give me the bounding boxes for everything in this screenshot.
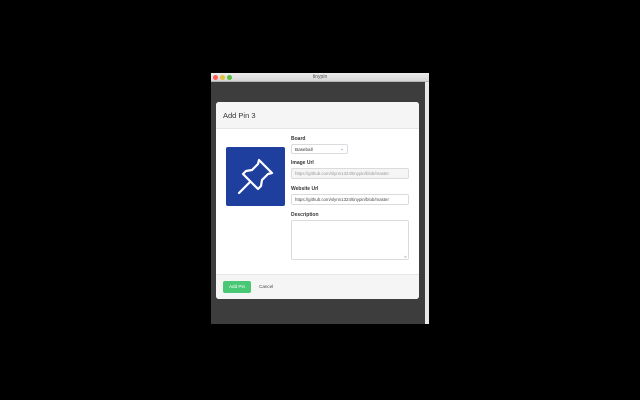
- website-url-field[interactable]: https://github.com/slynn1324/tinypin/blo…: [291, 194, 409, 205]
- resize-handle-icon[interactable]: ∗: [404, 254, 407, 259]
- chevron-down-icon: ⌄: [340, 146, 344, 151]
- window-scrollbar[interactable]: [425, 82, 429, 324]
- image-url-field[interactable]: https://github.com/slynn1324/tinypin/blo…: [291, 168, 409, 179]
- cancel-button[interactable]: Cancel: [258, 281, 274, 293]
- modal-title: Add Pin 3: [223, 111, 256, 120]
- image-url-label: Image Url: [291, 160, 314, 166]
- pin-image-preview: [226, 147, 285, 206]
- pushpin-icon: [237, 158, 274, 195]
- description-textarea[interactable]: ∗: [291, 220, 409, 260]
- website-url-label: Website Url: [291, 186, 319, 192]
- description-label: Description: [291, 212, 319, 218]
- board-label: Board: [291, 136, 306, 142]
- window-titlebar[interactable]: tinypin: [211, 73, 429, 82]
- modal-header: Add Pin 3: [216, 102, 419, 129]
- window-title: tinypin: [312, 74, 328, 80]
- add-pin-modal: Add Pin 3 Board Baseball ⌄ Image Url htt…: [216, 102, 419, 299]
- modal-footer: Add Pin Cancel: [216, 274, 419, 299]
- board-select[interactable]: Baseball ⌄: [291, 144, 348, 154]
- add-pin-button[interactable]: Add Pin: [223, 281, 251, 293]
- board-select-value: Baseball: [295, 147, 313, 152]
